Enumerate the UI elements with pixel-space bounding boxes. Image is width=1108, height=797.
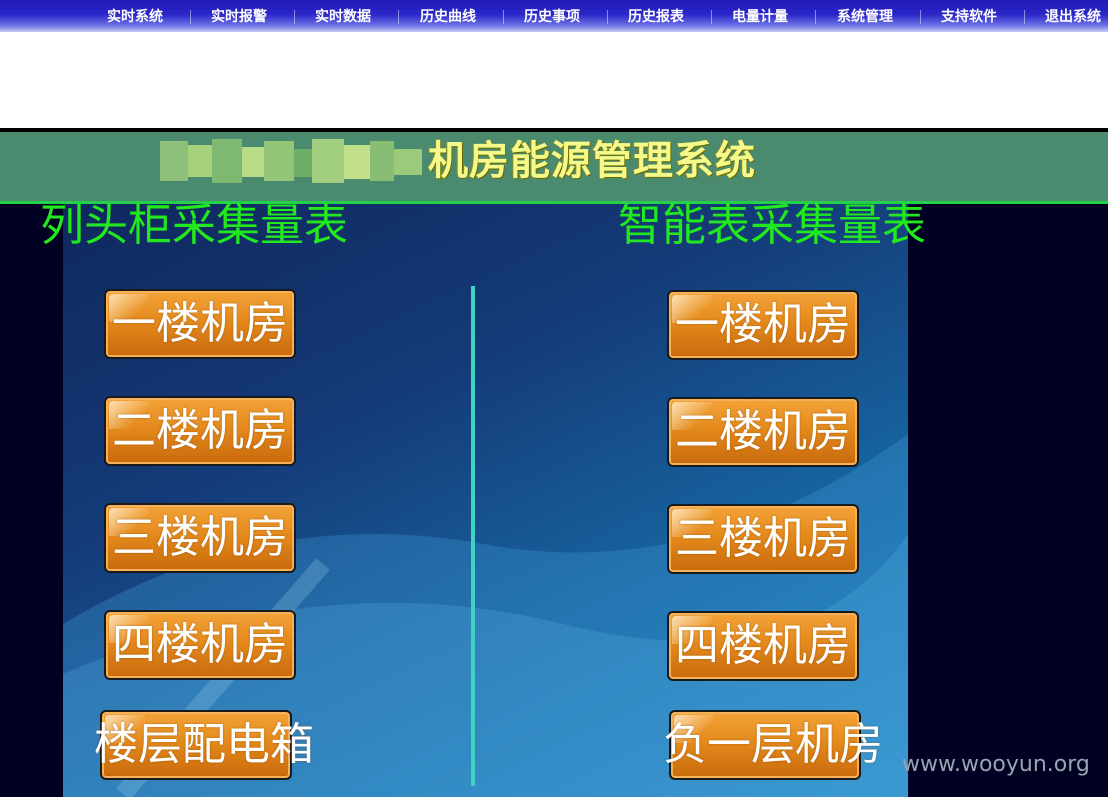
nav-item-realtime-system[interactable]: 实时系统 <box>107 0 163 32</box>
nav-separator <box>815 10 816 24</box>
nav-item-realtime-data[interactable]: 实时数据 <box>315 0 371 32</box>
page-title: 机房能源管理系统 <box>428 137 756 184</box>
right-floor-3-button[interactable]: 三楼机房 <box>667 504 859 574</box>
nav-item-history-curve[interactable]: 历史曲线 <box>420 0 476 32</box>
button-label: 二楼机房 <box>675 406 851 457</box>
page: 实时系统 实时报警 实时数据 历史曲线 历史事项 历史报表 电量计量 系统管理 … <box>0 0 1108 797</box>
button-label: 楼层配电箱 <box>94 719 314 770</box>
nav-item-realtime-alarm[interactable]: 实时报警 <box>211 0 267 32</box>
nav-item-support-software[interactable]: 支持软件 <box>941 0 997 32</box>
nav-separator <box>190 10 191 24</box>
nav-item-system-management[interactable]: 系统管理 <box>837 0 893 32</box>
nav-item-energy-metering[interactable]: 电量计量 <box>732 0 788 32</box>
left-floor-3-button[interactable]: 三楼机房 <box>104 503 296 573</box>
nav-separator <box>294 10 295 24</box>
button-label: 二楼机房 <box>112 405 288 456</box>
right-floor-4-button[interactable]: 四楼机房 <box>667 611 859 681</box>
left-floor-2-button[interactable]: 二楼机房 <box>104 396 296 466</box>
button-label: 四楼机房 <box>112 619 288 670</box>
left-column-heading: 列头柜采集量表 <box>40 200 348 251</box>
right-basement-1-button[interactable]: 负一层机房 <box>663 710 883 780</box>
nav-separator <box>398 10 399 24</box>
nav-separator <box>1024 10 1025 24</box>
button-label: 三楼机房 <box>112 512 288 563</box>
top-nav-bar: 实时系统 实时报警 实时数据 历史曲线 历史事项 历史报表 电量计量 系统管理 … <box>0 0 1108 32</box>
button-label: 负一层机房 <box>663 719 883 770</box>
header-spacer <box>0 32 1108 128</box>
left-floor-1-button[interactable]: 一楼机房 <box>104 289 296 359</box>
button-label: 一楼机房 <box>112 298 288 349</box>
right-floor-2-button[interactable]: 二楼机房 <box>667 397 859 467</box>
button-label: 四楼机房 <box>675 620 851 671</box>
nav-separator <box>920 10 921 24</box>
nav-separator <box>503 10 504 24</box>
nav-item-exit-system[interactable]: 退出系统 <box>1045 0 1101 32</box>
column-divider <box>471 286 475 786</box>
right-column-heading: 智能表采集量表 <box>618 200 926 251</box>
nav-separator <box>711 10 712 24</box>
watermark-text: www.wooyun.org <box>902 752 1090 777</box>
left-floor-distribution-box-button[interactable]: 楼层配电箱 <box>94 710 314 780</box>
button-label: 三楼机房 <box>675 513 851 564</box>
left-floor-4-button[interactable]: 四楼机房 <box>104 610 296 680</box>
button-label: 一楼机房 <box>675 299 851 350</box>
nav-separator <box>607 10 608 24</box>
nav-item-history-events[interactable]: 历史事项 <box>524 0 580 32</box>
right-floor-1-button[interactable]: 一楼机房 <box>667 290 859 360</box>
nav-item-history-reports[interactable]: 历史报表 <box>628 0 684 32</box>
redacted-company-name <box>160 137 422 185</box>
